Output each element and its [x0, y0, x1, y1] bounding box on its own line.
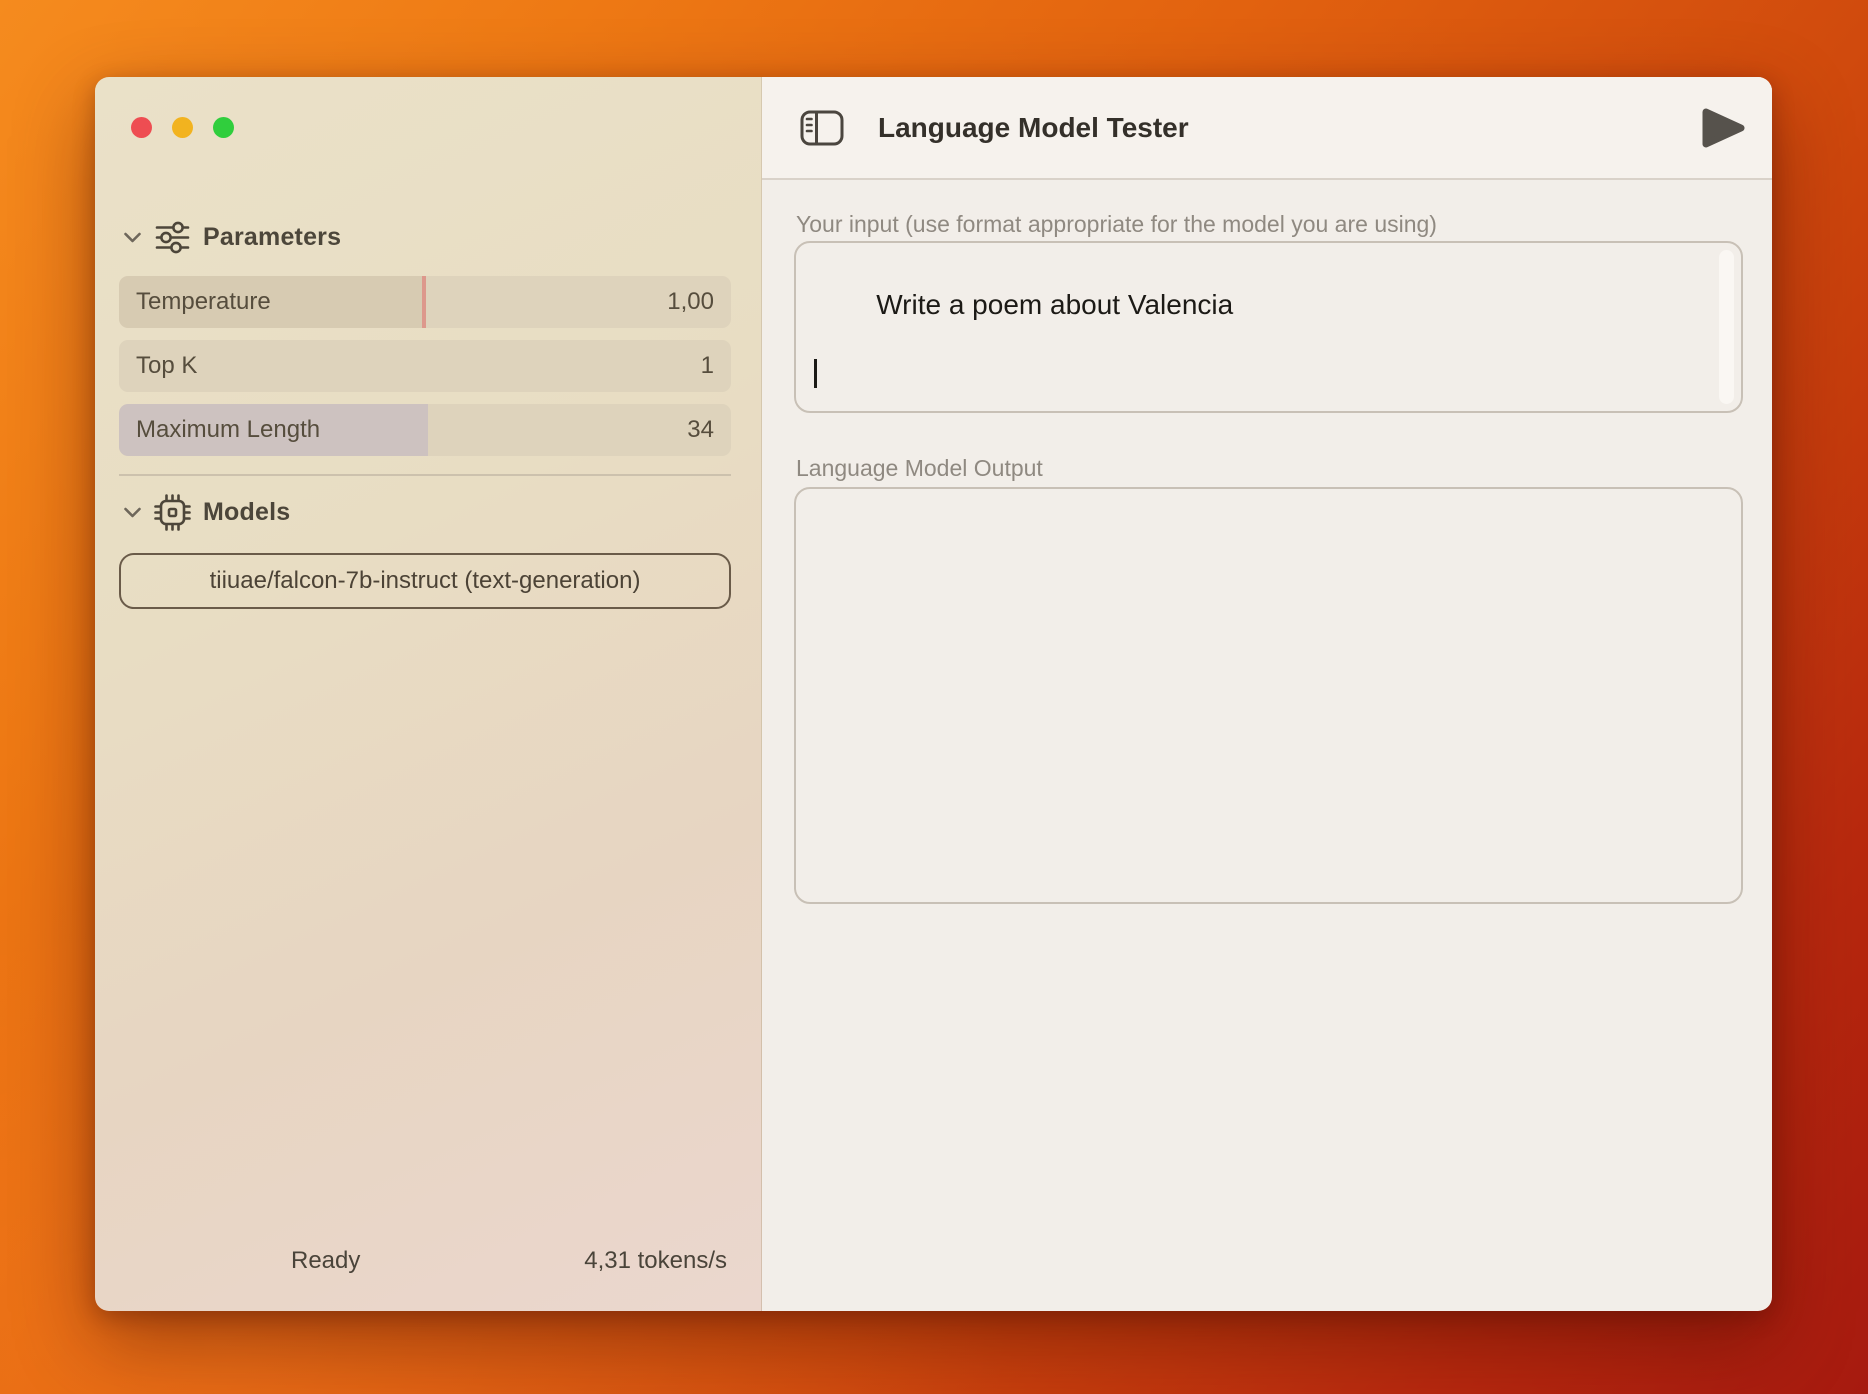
close-button[interactable] [131, 117, 152, 138]
maximum-length-value: 34 [687, 404, 714, 456]
text-cursor [814, 359, 817, 388]
input-scrollbar[interactable] [1719, 250, 1734, 404]
window-controls [131, 117, 234, 138]
chevron-down-icon [123, 231, 142, 244]
top-k-value: 1 [701, 340, 714, 392]
sidebar-divider [119, 474, 731, 476]
minimize-button[interactable] [172, 117, 193, 138]
output-textarea[interactable] [794, 487, 1743, 904]
play-icon [1700, 107, 1746, 149]
tokens-per-second: 4,31 tokens/s [584, 1247, 727, 1275]
run-button[interactable] [1700, 107, 1746, 149]
desktop: { "window": { "controls": [ {"name": "cl… [0, 0, 1868, 1394]
app-window: Parameters Temperature 1,00 Top K 1 Maxi… [95, 77, 1772, 1311]
parameters-section-header[interactable]: Parameters [123, 221, 341, 253]
main-panel: Language Model Tester Your input (use fo… [762, 77, 1772, 1311]
models-section-label: Models [203, 498, 290, 527]
maximum-length-slider[interactable]: Maximum Length 34 [119, 404, 731, 456]
chevron-down-icon [123, 506, 142, 519]
input-text: Write a poem about Valencia [876, 289, 1233, 320]
models-section-header[interactable]: Models [123, 496, 290, 528]
input-textarea[interactable]: Write a poem about Valencia [794, 241, 1743, 413]
status-text: Ready [291, 1247, 360, 1275]
status-bar: Ready 4,31 tokens/s [95, 1247, 761, 1277]
top-k-label: Top K [136, 340, 197, 392]
temperature-label: Temperature [136, 276, 271, 328]
maximum-length-label: Maximum Length [136, 404, 320, 456]
temperature-slider[interactable]: Temperature 1,00 [119, 276, 731, 328]
zoom-button[interactable] [213, 117, 234, 138]
parameters-section-label: Parameters [203, 223, 341, 252]
model-select-button[interactable]: tiiuae/falcon-7b-instruct (text-generati… [119, 553, 731, 609]
page-title: Language Model Tester [878, 112, 1189, 144]
output-label: Language Model Output [796, 455, 1043, 482]
sidebar: Parameters Temperature 1,00 Top K 1 Maxi… [95, 77, 762, 1311]
chip-icon [154, 494, 191, 531]
model-select-label: tiiuae/falcon-7b-instruct (text-generati… [210, 567, 641, 595]
title-bar: Language Model Tester [762, 77, 1772, 180]
top-k-slider[interactable]: Top K 1 [119, 340, 731, 392]
input-label: Your input (use format appropriate for t… [796, 211, 1437, 238]
sliders-icon [154, 221, 191, 254]
sidebar-toggle-icon [800, 109, 844, 147]
temperature-value: 1,00 [667, 276, 714, 328]
sidebar-toggle-button[interactable] [800, 109, 844, 147]
